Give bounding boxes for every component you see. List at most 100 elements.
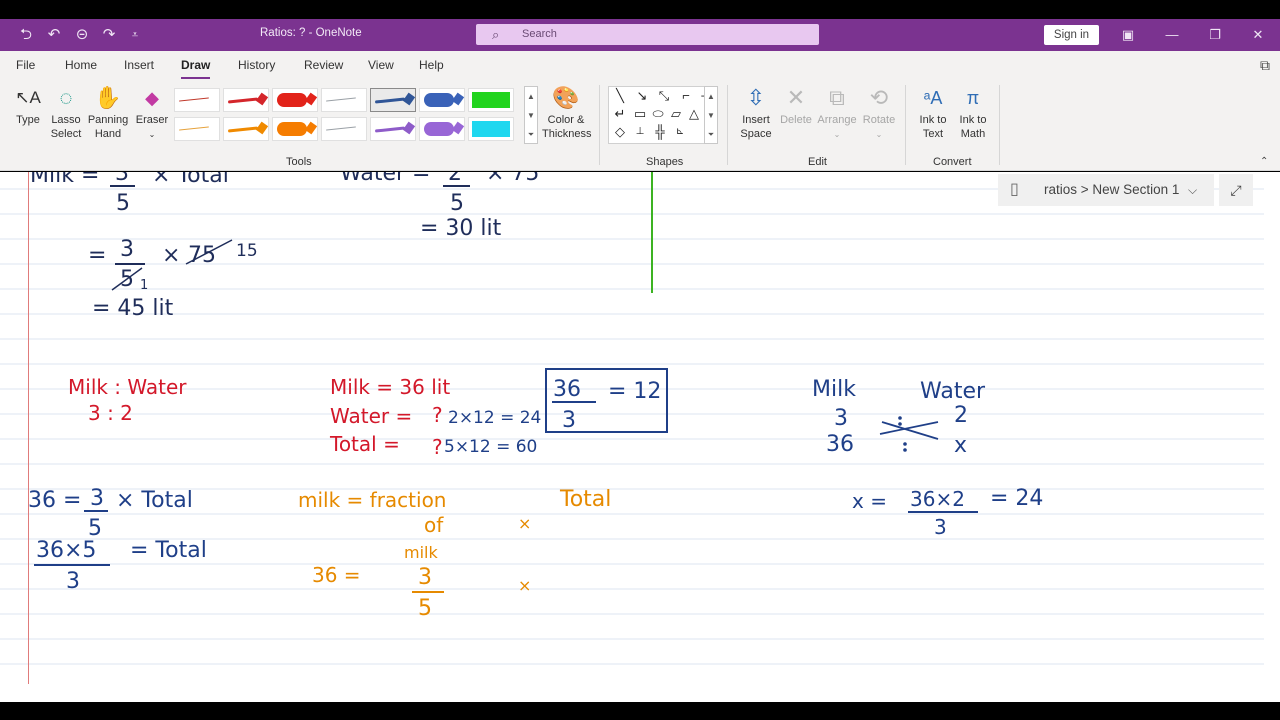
tab-history[interactable]: History bbox=[238, 58, 275, 72]
tab-review[interactable]: Review bbox=[304, 58, 343, 72]
ink-right-x: x bbox=[954, 433, 967, 458]
ink-to-math-button[interactable]: π Ink to Math bbox=[953, 85, 993, 141]
arrow-shape-icon[interactable]: ↘ bbox=[633, 87, 651, 105]
ink-frac-den: 5 bbox=[116, 191, 130, 216]
ink-red-water-q: ? bbox=[432, 403, 443, 427]
triangle-shape-icon[interactable]: △ bbox=[685, 105, 703, 123]
eraser-button[interactable]: ◆ Eraser ⌄ bbox=[133, 85, 171, 142]
search-icon: ⌕ bbox=[492, 27, 500, 42]
axis-shape-icon[interactable]: ⊥ bbox=[631, 123, 649, 141]
ink-x-den: 3 bbox=[934, 515, 947, 539]
elbow-shape-icon[interactable]: ⌐ bbox=[677, 87, 695, 105]
ink-or-den: 5 bbox=[418, 596, 432, 621]
close-icon[interactable]: ✕ bbox=[1247, 25, 1269, 45]
ink-total-calc: 5×12 = 60 bbox=[444, 437, 537, 457]
delete-button[interactable]: ✕ Delete bbox=[777, 85, 815, 127]
scroll-up-icon[interactable]: ▲ bbox=[705, 87, 717, 106]
pen-8[interactable] bbox=[370, 117, 416, 141]
scroll-down-icon[interactable]: ▼ bbox=[525, 106, 537, 125]
ink-right-water: Water bbox=[920, 379, 986, 404]
notebooks-icon[interactable]: ⧉ bbox=[1260, 57, 1270, 74]
onenote-window: ⮌ ↶ ⊝ ↷ ⩡ Ratios: ? - OneNote ⌕ Search S… bbox=[0, 0, 1280, 720]
diamond-shape-icon[interactable]: ◇ bbox=[611, 123, 629, 141]
insert-space-icon: ⇳ bbox=[746, 85, 766, 110]
pen-5[interactable] bbox=[174, 117, 220, 141]
undo-icon[interactable]: ↶ bbox=[44, 25, 64, 45]
scroll-up-icon[interactable]: ▲ bbox=[525, 87, 537, 106]
panning-hand-button[interactable]: ✋ Panning Hand bbox=[86, 85, 130, 141]
tab-file[interactable]: File bbox=[16, 58, 35, 72]
ink-milk-label: Milk = bbox=[30, 172, 99, 188]
ink-blue-num: 3 bbox=[90, 486, 104, 511]
ink-red-milk36: Milk = 36 lit bbox=[330, 375, 450, 399]
pen-3[interactable] bbox=[321, 88, 367, 112]
highlighter-4[interactable] bbox=[272, 117, 318, 141]
ink-red-water: Water = bbox=[330, 404, 412, 428]
title-bar: ⮌ ↶ ⊝ ↷ ⩡ Ratios: ? - OneNote ⌕ Search S… bbox=[0, 19, 1280, 51]
ink-to-text-button[interactable]: ᵃA Ink to Text bbox=[913, 85, 953, 141]
arrange-button[interactable]: ⧉ Arrange ⌄ bbox=[815, 85, 859, 142]
corner-shape-icon[interactable]: ↵ bbox=[611, 105, 629, 123]
highlighter-6[interactable] bbox=[468, 117, 514, 141]
more-icon[interactable]: ⏷ bbox=[705, 125, 717, 144]
tab-help[interactable]: Help bbox=[419, 58, 444, 72]
chevron-down-icon[interactable]: ⌵ bbox=[1188, 174, 1197, 206]
rotate-button[interactable]: ⟲ Rotate ⌄ bbox=[859, 85, 899, 142]
ink-x-num: 36×2 bbox=[910, 487, 965, 511]
pen-6[interactable] bbox=[223, 117, 269, 141]
tab-draw[interactable]: Draw bbox=[181, 58, 211, 79]
highlighter-2[interactable] bbox=[419, 88, 465, 112]
ribbon-display-icon[interactable]: ▣ bbox=[1117, 25, 1139, 45]
ink-right-2: 2 bbox=[954, 403, 968, 428]
sign-in-button[interactable]: Sign in bbox=[1044, 25, 1099, 45]
customize-quick-access-icon[interactable]: ⩡ bbox=[125, 25, 145, 45]
grid-shape-icon[interactable]: ╬ bbox=[651, 123, 669, 141]
line-shape-icon[interactable]: ╲ bbox=[611, 87, 629, 105]
type-button[interactable]: ↖A Type bbox=[10, 85, 46, 127]
highlighter-3[interactable] bbox=[468, 88, 514, 112]
ellipse-shape-icon[interactable]: ⬭ bbox=[649, 105, 667, 123]
insert-space-button[interactable]: ⇳ Insert Space bbox=[735, 85, 777, 141]
shapes-gallery: ╲ ↘ ⤡ ⌐ ┐ ↵ ▭ ⬭ ▱ △ ◇ ◇ ⊥ ╬ ⊾ bbox=[608, 86, 718, 144]
divider bbox=[905, 85, 906, 165]
graph-shape-icon[interactable]: ⊾ bbox=[671, 123, 689, 141]
redo-icon[interactable]: ↷ bbox=[99, 25, 119, 45]
tab-home[interactable]: Home bbox=[65, 58, 97, 72]
restore-icon[interactable]: ❐ bbox=[1204, 25, 1226, 45]
scroll-down-icon[interactable]: ▼ bbox=[705, 106, 717, 125]
ink-frac-num: 3 bbox=[115, 172, 129, 186]
lasso-select-button[interactable]: ◌ Lasso Select bbox=[47, 85, 85, 141]
pen-7[interactable] bbox=[321, 117, 367, 141]
pen-2[interactable] bbox=[223, 88, 269, 112]
ink-or-total: Total bbox=[559, 487, 611, 512]
back-icon[interactable]: ⮌ bbox=[16, 25, 36, 45]
tab-insert[interactable]: Insert bbox=[124, 58, 154, 72]
breadcrumb-text: ratios > New Section 1 bbox=[1044, 182, 1180, 197]
rotate-icon: ⟲ bbox=[869, 85, 889, 110]
breadcrumb[interactable]: ▯ ratios > New Section 1 ⌵ bbox=[998, 174, 1214, 206]
tab-view[interactable]: View bbox=[368, 58, 394, 72]
pen-1[interactable] bbox=[174, 88, 220, 112]
highlighter-5[interactable] bbox=[419, 117, 465, 141]
ink-water-x75: × 75 bbox=[486, 172, 539, 186]
expand-icon[interactable]: ⤢ bbox=[1219, 174, 1253, 206]
ink-to-math-icon: π bbox=[966, 88, 980, 108]
minimize-icon[interactable]: — bbox=[1161, 25, 1183, 45]
note-page[interactable]: Milk = 3 5 × Total = 3 5 1 × 75 15 = 45 … bbox=[0, 172, 1280, 702]
ink-step1-num: 3 bbox=[120, 237, 134, 262]
rectangle-shape-icon[interactable]: ▭ bbox=[631, 105, 649, 123]
search-box[interactable]: ⌕ Search bbox=[476, 24, 819, 45]
ink-or-milk2: milk bbox=[404, 543, 438, 562]
window-title: Ratios: ? - OneNote bbox=[260, 27, 362, 39]
parallelogram-shape-icon[interactable]: ▱ bbox=[667, 105, 685, 123]
more-icon[interactable]: ⏷ bbox=[525, 125, 537, 144]
pen-4-selected[interactable] bbox=[370, 88, 416, 112]
highlighter-1[interactable] bbox=[272, 88, 318, 112]
pen-gallery-scroll[interactable]: ▲ ▼ ⏷ bbox=[524, 86, 538, 144]
shapes-gallery-scroll[interactable]: ▲ ▼ ⏷ bbox=[704, 86, 718, 144]
forward-icon[interactable]: ⊝ bbox=[72, 25, 92, 45]
collapse-ribbon-icon[interactable]: ⌃ bbox=[1260, 156, 1268, 167]
color-thickness-button[interactable]: 🎨 Color & Thickness bbox=[542, 85, 592, 141]
double-arrow-shape-icon[interactable]: ⤡ bbox=[655, 87, 673, 105]
chevron-down-icon: ⌄ bbox=[833, 130, 841, 139]
